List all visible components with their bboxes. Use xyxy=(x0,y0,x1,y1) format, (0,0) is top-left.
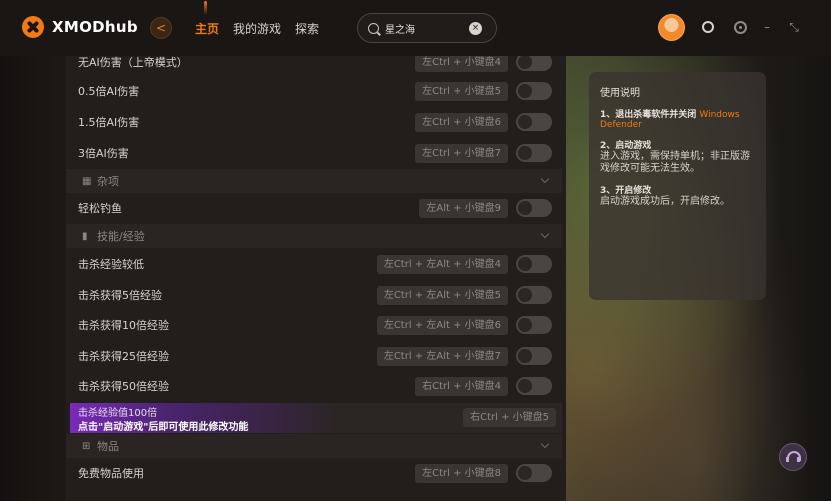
section-items[interactable]: ⊞ 物品 xyxy=(66,434,562,458)
back-button[interactable]: < xyxy=(150,17,172,39)
hotkey-badge[interactable]: 左Ctrl + 左Alt + 小键盘4 xyxy=(376,254,508,274)
mod-label: 轻松钓鱼 xyxy=(78,202,122,215)
hotkey-badge[interactable]: 左Ctrl + 小键盘5 xyxy=(415,81,508,101)
hotkey-badge[interactable]: 右Ctrl + 小键盘4 xyxy=(415,376,508,396)
chevron-down-icon[interactable] xyxy=(540,174,550,184)
mod-toggle[interactable] xyxy=(516,377,552,395)
hotkey-badge[interactable]: 左Ctrl + 小键盘8 xyxy=(415,463,508,483)
maximize-icon[interactable]: ⤡ xyxy=(787,20,801,34)
chevron-down-icon[interactable] xyxy=(540,439,550,449)
step-title: 2、启动游戏 xyxy=(600,141,652,151)
minimize-icon[interactable]: – xyxy=(760,20,774,34)
notification-icon[interactable] xyxy=(702,21,714,33)
mod-label: 0.5倍AI伤害 xyxy=(78,85,140,98)
mod-toggle[interactable] xyxy=(516,144,552,162)
start-game-hint: 点击"启动游戏"后即可使用此修改功能 xyxy=(78,422,249,433)
hotkey-badge[interactable]: 左Ctrl + 左Alt + 小键盘7 xyxy=(376,346,508,366)
mod-row: 击杀获得50倍经验 右Ctrl + 小键盘4 xyxy=(66,371,566,401)
mod-toggle[interactable] xyxy=(516,255,552,273)
mod-label: 击杀获得50倍经验 xyxy=(78,380,169,393)
app-name: XMODhub xyxy=(52,18,138,36)
mod-toggle[interactable] xyxy=(516,464,552,482)
app-logo[interactable]: XMODhub xyxy=(22,16,138,38)
user-avatar[interactable] xyxy=(658,14,685,41)
left-background xyxy=(0,56,66,501)
mod-row-hover-tooltip[interactable]: 击杀经验值100倍 点击"启动游戏"后即可使用此修改功能 右Ctrl + 小键盘… xyxy=(70,403,562,433)
mod-toggle[interactable] xyxy=(516,347,552,365)
mod-row: 击杀获得10倍经验 左Ctrl + 左Alt + 小键盘6 xyxy=(66,310,566,340)
section-skill-exp[interactable]: ▮ 技能/经验 xyxy=(66,224,562,248)
mod-toggle[interactable] xyxy=(516,286,552,304)
misc-icon: ▦ xyxy=(82,175,92,187)
xmodhub-logo-icon xyxy=(22,16,44,38)
step-1: 1、退出杀毒软件并关闭 Windows Defender xyxy=(600,107,755,130)
mod-label: 免费物品使用 xyxy=(78,467,144,480)
section-label: 技能/经验 xyxy=(97,230,145,243)
headset-support-icon[interactable] xyxy=(779,443,807,471)
hotkey-badge[interactable]: 右Ctrl + 小键盘5 xyxy=(463,408,556,427)
step-2: 2、启动游戏 进入游戏，需保持单机；非正版游戏修改可能无法生效。 xyxy=(600,138,755,175)
mod-row: 击杀获得25倍经验 左Ctrl + 左Alt + 小键盘7 xyxy=(66,341,566,371)
step-3: 3、开启修改 启动游戏成功后，开启修改。 xyxy=(600,183,755,208)
mod-label: 击杀经验较低 xyxy=(78,258,144,271)
mod-row: 轻松钓鱼 左Alt + 小键盘9 xyxy=(66,193,566,223)
mod-label: 3倍AI伤害 xyxy=(78,147,129,160)
mod-toggle[interactable] xyxy=(516,113,552,131)
settings-icon[interactable] xyxy=(734,21,747,34)
top-bar: XMODhub < 主页 我的游戏 探索 × – ⤡ xyxy=(0,0,831,56)
mod-row: 0.5倍AI伤害 左Ctrl + 小键盘5 xyxy=(66,76,566,106)
nav-my-games[interactable]: 我的游戏 xyxy=(233,20,281,37)
mod-label: 击杀获得5倍经验 xyxy=(78,289,162,302)
section-label: 杂项 xyxy=(97,175,119,188)
usage-instructions-card: 使用说明 1、退出杀毒软件并关闭 Windows Defender 2、启动游戏… xyxy=(589,72,766,300)
nav-home[interactable]: 主页 xyxy=(195,1,219,37)
hotkey-badge[interactable]: 左Ctrl + 小键盘4 xyxy=(415,56,508,72)
main-nav: 主页 我的游戏 探索 xyxy=(195,1,319,37)
mod-list-panel[interactable]: 无AI伤害（上帝模式） 左Ctrl + 小键盘4 0.5倍AI伤害 左Ctrl … xyxy=(66,56,566,501)
mod-label: 击杀获得25倍经验 xyxy=(78,350,169,363)
chevron-down-icon[interactable] xyxy=(540,229,550,239)
mod-toggle[interactable] xyxy=(516,82,552,100)
mod-row: 3倍AI伤害 左Ctrl + 小键盘7 xyxy=(66,138,566,168)
hotkey-badge[interactable]: 左Ctrl + 左Alt + 小键盘6 xyxy=(376,315,508,335)
step-body: 进入游戏，需保持单机；非正版游戏修改可能无法生效。 xyxy=(600,151,750,174)
search-box: × xyxy=(357,13,497,43)
bar-chart-icon: ▮ xyxy=(82,230,88,242)
section-label: 物品 xyxy=(97,440,119,453)
info-title: 使用说明 xyxy=(600,88,640,99)
mod-label: 击杀经验值100倍 xyxy=(78,408,158,419)
step-title: 1、退出杀毒软件并关闭 xyxy=(600,110,697,120)
search-input[interactable] xyxy=(385,22,463,34)
mod-label: 无AI伤害（上帝模式） xyxy=(78,56,188,69)
mod-toggle[interactable] xyxy=(516,56,552,71)
hotkey-badge[interactable]: 左Ctrl + 小键盘6 xyxy=(415,112,508,132)
mod-row: 击杀获得5倍经验 左Ctrl + 左Alt + 小键盘5 xyxy=(66,280,566,310)
mod-row: 免费物品使用 左Ctrl + 小键盘8 xyxy=(66,458,566,488)
mod-row: 1.5倍AI伤害 左Ctrl + 小键盘6 xyxy=(66,107,566,137)
hotkey-badge[interactable]: 左Ctrl + 左Alt + 小键盘5 xyxy=(376,285,508,305)
hotkey-badge[interactable]: 左Alt + 小键盘9 xyxy=(419,198,508,218)
step-title: 3、开启修改 xyxy=(600,186,652,196)
mod-label: 1.5倍AI伤害 xyxy=(78,116,140,129)
mod-toggle[interactable] xyxy=(516,316,552,334)
section-misc[interactable]: ▦ 杂项 xyxy=(66,169,562,193)
clear-search-icon[interactable]: × xyxy=(469,21,482,35)
mod-label: 击杀获得10倍经验 xyxy=(78,319,169,332)
search-icon xyxy=(368,22,379,34)
mod-toggle[interactable] xyxy=(516,199,552,217)
mod-row: 击杀经验较低 左Ctrl + 左Alt + 小键盘4 xyxy=(66,249,566,279)
nav-explore[interactable]: 探索 xyxy=(295,20,319,37)
mod-row: 无AI伤害（上帝模式） 左Ctrl + 小键盘4 xyxy=(66,56,566,77)
step-body: 启动游戏成功后，开启修改。 xyxy=(600,196,730,207)
hotkey-badge[interactable]: 左Ctrl + 小键盘7 xyxy=(415,143,508,163)
item-box-icon: ⊞ xyxy=(82,440,91,452)
